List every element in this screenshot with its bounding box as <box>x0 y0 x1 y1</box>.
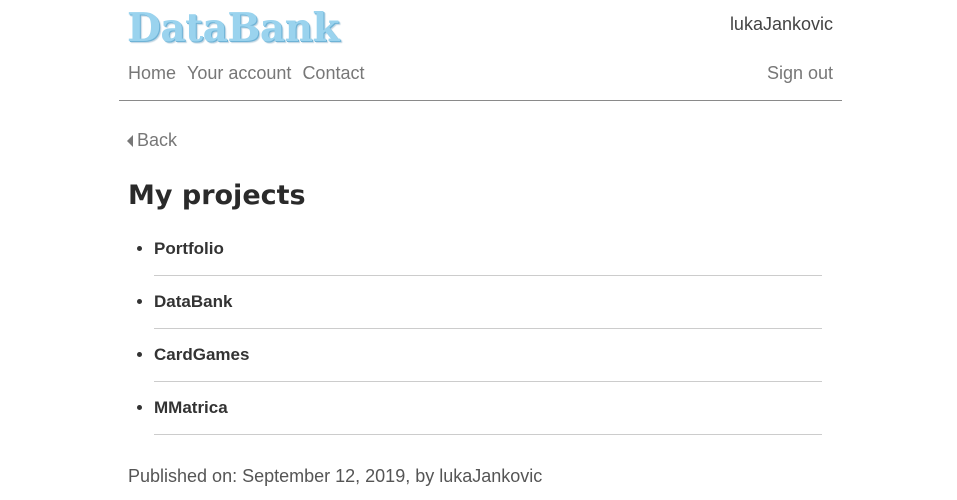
back-label: Back <box>137 130 178 150</box>
list-item: CardGames <box>137 329 822 382</box>
site-header: DataBank lukaJankovic Home Your account … <box>119 0 842 101</box>
bullet-icon <box>137 246 142 251</box>
site-logo[interactable]: DataBank <box>127 4 340 52</box>
list-item: MMatrica <box>137 382 822 435</box>
project-link-cardgames[interactable]: CardGames <box>154 345 249 365</box>
nav-your-account-link[interactable]: Your account <box>187 62 291 84</box>
bullet-icon <box>137 352 142 357</box>
nav-contact-link[interactable]: Contact <box>302 62 364 84</box>
project-link-databank[interactable]: DataBank <box>154 292 232 312</box>
list-item: DataBank <box>137 276 822 329</box>
page-title: My projects <box>128 180 306 211</box>
main-container: DataBank lukaJankovic Home Your account … <box>119 0 842 486</box>
list-item: Portfolio <box>137 223 822 276</box>
bullet-icon <box>137 299 142 304</box>
published-info: Published on: September 12, 2019, by luk… <box>128 466 543 486</box>
project-link-mmatrica[interactable]: MMatrica <box>154 398 228 418</box>
projects-list: Portfolio DataBank CardGames MMatrica <box>137 223 822 435</box>
bullet-icon <box>137 405 142 410</box>
project-link-portfolio[interactable]: Portfolio <box>154 239 224 259</box>
sign-out-link[interactable]: Sign out <box>767 62 833 84</box>
caret-left-icon <box>127 134 133 147</box>
main-nav: Home Your account Contact <box>128 62 364 84</box>
username-label: lukaJankovic <box>729 14 833 34</box>
back-link[interactable]: Back <box>127 129 177 151</box>
nav-home-link[interactable]: Home <box>128 62 176 84</box>
page: DataBank lukaJankovic Home Your account … <box>0 0 957 500</box>
